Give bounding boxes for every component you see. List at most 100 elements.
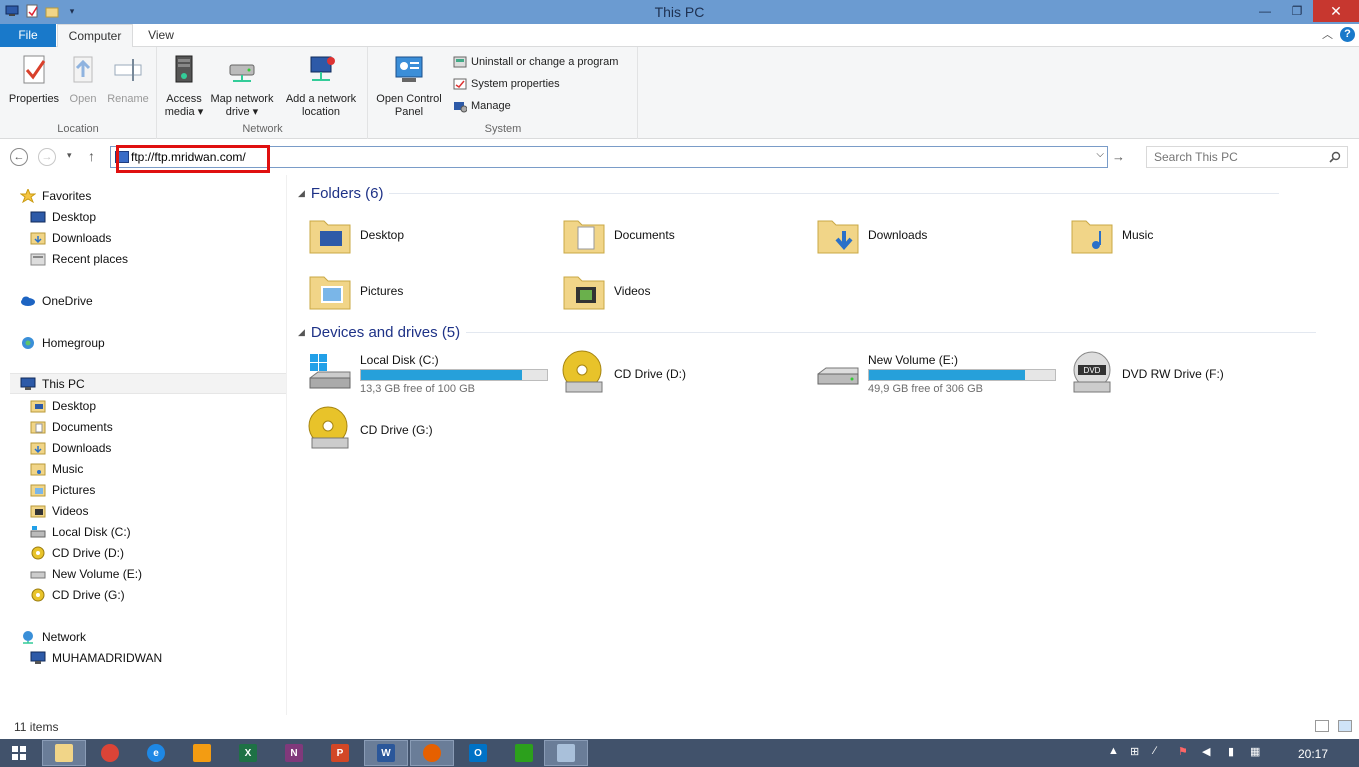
nav-homegroup[interactable]: Homegroup [20, 332, 105, 353]
nav-this-pc[interactable]: This PC [10, 373, 286, 394]
start-button[interactable] [0, 740, 38, 766]
nav-fav-downloads[interactable]: Downloads [30, 227, 111, 248]
local-disk-icon [30, 525, 46, 537]
folders-section-header[interactable]: ◢ Folders (6) [298, 185, 1280, 202]
address-bar[interactable]: ⌵ [110, 146, 1108, 168]
tab-file[interactable]: File [0, 24, 56, 47]
tab-computer[interactable]: Computer [57, 24, 133, 48]
taskbar-clock[interactable]: 20:17 [1298, 747, 1328, 761]
tab-view[interactable]: View [135, 24, 187, 47]
nav-recent-places[interactable]: Recent places [30, 248, 128, 269]
system-properties-button[interactable]: System properties [453, 77, 560, 91]
nav-fav-desktop[interactable]: Desktop [30, 206, 96, 227]
back-button[interactable]: ← [10, 148, 28, 166]
folder-tile-music[interactable]: Music [1068, 208, 1318, 262]
uninstall-program-button[interactable]: Uninstall or change a program [453, 55, 618, 69]
system-group: Open Control Panel Uninstall or change a… [369, 47, 638, 139]
app-icon [515, 744, 533, 762]
volume-icon[interactable]: ◀ [1202, 745, 1210, 758]
taskbar-firefox[interactable] [410, 740, 454, 766]
address-input[interactable] [131, 148, 1091, 166]
nav-network[interactable]: Network [20, 626, 86, 647]
taskbar-internet-explorer[interactable]: e [134, 740, 178, 766]
drive-tile-g[interactable]: CD Drive (G:) [306, 403, 556, 457]
nav-pc-pictures[interactable]: Pictures [30, 479, 95, 500]
taskbar-powerpoint[interactable]: P [318, 740, 362, 766]
tray-pen-icon[interactable]: ∕ [1154, 745, 1156, 757]
properties-button[interactable]: Properties [6, 53, 62, 106]
up-button[interactable]: ↑ [88, 148, 95, 164]
nav-onedrive[interactable]: OneDrive [20, 290, 93, 311]
help-icon[interactable]: ? [1340, 27, 1355, 42]
manage-button[interactable]: Manage [453, 99, 511, 113]
go-arrow-icon[interactable]: → [1112, 149, 1125, 164]
tray-windows-icon[interactable]: ⊞ [1130, 745, 1139, 758]
rename-button[interactable]: Rename [104, 53, 152, 106]
drive-tile-e[interactable]: New Volume (E:) 49,9 GB free of 306 GB [814, 347, 1064, 401]
nav-pc-cd-drive-d[interactable]: CD Drive (D:) [30, 542, 124, 563]
taskbar-word[interactable]: W [364, 740, 408, 766]
network-group-label: Network [242, 123, 283, 135]
nav-pc-local-disk-c[interactable]: Local Disk (C:) [30, 521, 131, 542]
drive-tile-d[interactable]: CD Drive (D:) [560, 347, 810, 401]
cd-drive-icon [308, 406, 349, 449]
devices-section-header[interactable]: ◢ Devices and drives (5) [298, 324, 1317, 341]
recent-locations-chevron-icon[interactable]: ▾ [67, 150, 72, 161]
nav-muhamadridwan[interactable]: MUHAMADRIDWAN [30, 647, 162, 668]
taskbar-outlook[interactable]: O [456, 740, 500, 766]
taskbar-chrome[interactable] [88, 740, 132, 766]
restore-button[interactable]: ❐ [1281, 0, 1313, 22]
close-button[interactable]: ✕ [1313, 0, 1359, 22]
search-box[interactable] [1146, 146, 1348, 168]
nav-pc-videos[interactable]: Videos [30, 500, 88, 521]
nav-pc-documents[interactable]: Documents [30, 416, 113, 437]
add-location-label-1: Add a network [285, 93, 357, 105]
search-icon[interactable] [1329, 151, 1341, 163]
tray-flag-icon[interactable]: ⚑ [1178, 745, 1188, 758]
item-count: 11 items [14, 720, 59, 734]
nav-pc-desktop[interactable]: Desktop [30, 395, 96, 416]
folder-tile-pictures[interactable]: Pictures [306, 264, 556, 318]
add-network-location-button[interactable]: Add a network location [280, 53, 362, 119]
folder-tile-downloads[interactable]: Downloads [814, 208, 1064, 262]
folder-name: Downloads [868, 228, 928, 242]
collapse-ribbon-icon[interactable]: ︿ [1322, 26, 1333, 42]
taskbar-app-11[interactable] [502, 740, 546, 766]
drive-tile-f[interactable]: DVD DVD RW Drive (F:) [1068, 347, 1318, 401]
folder-name: Documents [614, 228, 675, 242]
search-input[interactable] [1154, 149, 1324, 165]
forward-button[interactable]: → [38, 148, 56, 166]
open-control-panel-button[interactable]: Open Control Panel [371, 53, 447, 119]
taskbar-excel[interactable]: X [226, 740, 270, 766]
nav-pc-music-label: Music [52, 461, 84, 476]
folder-tile-desktop[interactable]: Desktop [306, 208, 556, 262]
folder-name: Pictures [360, 284, 404, 298]
nav-favorites[interactable]: Favorites [20, 185, 91, 206]
nav-pc-cd-drive-g[interactable]: CD Drive (G:) [30, 584, 125, 605]
music-folder-icon [1071, 220, 1113, 254]
taskbar-file-explorer[interactable] [42, 740, 86, 766]
nav-pc-new-volume-e[interactable]: New Volume (E:) [30, 563, 142, 584]
address-dropdown-icon[interactable]: ⌵ [1096, 149, 1104, 160]
taskbar-app-4[interactable] [180, 740, 224, 766]
open-button[interactable]: Open [64, 53, 102, 106]
map-network-drive-button[interactable]: Map network drive ▾ [206, 53, 278, 119]
access-media-button[interactable]: Access media ▾ [160, 53, 208, 119]
network-status-icon[interactable]: ▦ [1250, 745, 1260, 758]
nav-pc-music[interactable]: Music [30, 458, 83, 479]
word-icon: W [377, 744, 395, 762]
videos-folder-icon [30, 505, 46, 517]
drive-name: DVD RW Drive (F:) [1122, 367, 1224, 381]
drive-tile-c[interactable]: Local Disk (C:) 13,3 GB free of 100 GB [306, 347, 556, 401]
minimize-button[interactable]: — [1249, 0, 1281, 22]
taskbar-virtualbox[interactable] [544, 740, 588, 766]
folder-tile-videos[interactable]: Videos [560, 264, 810, 318]
taskbar-onenote[interactable]: N [272, 740, 316, 766]
large-icons-view-icon[interactable] [1338, 720, 1352, 732]
battery-icon[interactable]: ▮ [1228, 745, 1234, 758]
this-pc-icon [20, 377, 36, 390]
nav-pc-downloads[interactable]: Downloads [30, 437, 111, 458]
folder-tile-documents[interactable]: Documents [560, 208, 810, 262]
show-hidden-icons-icon[interactable]: ▲ [1108, 745, 1119, 757]
details-view-icon[interactable] [1315, 720, 1329, 732]
